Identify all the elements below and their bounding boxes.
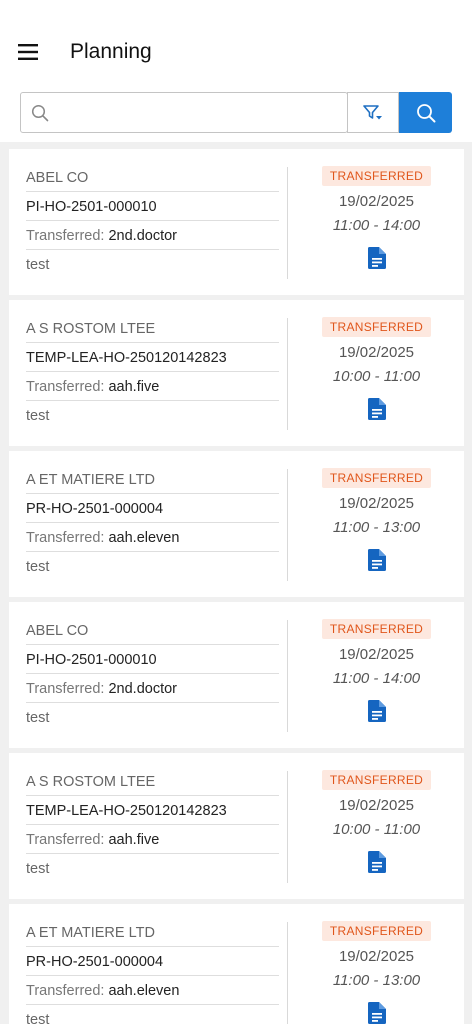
customer-name: ABEL CO xyxy=(26,616,279,645)
card-date: 19/02/2025 xyxy=(338,646,415,663)
card-date: 19/02/2025 xyxy=(338,344,415,361)
card-meta: TRANSFERRED 19/02/2025 10:00 - 11:00 xyxy=(289,770,464,879)
planning-card[interactable]: A ET MATIERE LTD PR-HO-2501-000004 Trans… xyxy=(9,451,464,597)
card-details: ABEL CO PI-HO-2501-000010 Transferred: 2… xyxy=(26,616,279,732)
customer-name: A ET MATIERE LTD xyxy=(26,918,279,947)
transferred-value: 2nd.doctor xyxy=(108,681,177,697)
reference-number: TEMP-LEA-HO-250120142823 xyxy=(26,343,279,372)
card-note: test xyxy=(26,257,50,273)
card-time: 10:00 - 11:00 xyxy=(332,821,421,838)
transferred-value: 2nd.doctor xyxy=(108,228,177,244)
customer-name: A ET MATIERE LTD xyxy=(26,465,279,494)
reference-number: PI-HO-2501-000010 xyxy=(26,645,279,674)
status-badge: TRANSFERRED xyxy=(321,166,432,186)
card-divider xyxy=(287,620,288,732)
transferred-label: Transferred: xyxy=(26,228,105,244)
card-date: 19/02/2025 xyxy=(338,193,415,210)
planning-card[interactable]: A S ROSTOM LTEE TEMP-LEA-HO-250120142823… xyxy=(9,753,464,899)
card-details: A S ROSTOM LTEE TEMP-LEA-HO-250120142823… xyxy=(26,767,279,883)
card-meta: TRANSFERRED 19/02/2025 10:00 - 11:00 xyxy=(289,317,464,426)
document-icon[interactable] xyxy=(366,699,388,723)
document-icon[interactable] xyxy=(366,246,388,270)
card-meta: TRANSFERRED 19/02/2025 11:00 - 13:00 xyxy=(289,468,464,577)
transferred-value: aah.eleven xyxy=(108,983,180,999)
card-note: test xyxy=(26,710,50,726)
card-divider xyxy=(287,922,288,1024)
transferred-to: Transferred: 2nd.doctor xyxy=(26,221,279,250)
transferred-value: aah.five xyxy=(108,379,160,395)
card-date: 19/02/2025 xyxy=(338,495,415,512)
document-icon[interactable] xyxy=(366,850,388,874)
planning-card[interactable]: ABEL CO PI-HO-2501-000010 Transferred: 2… xyxy=(9,149,464,295)
transferred-label: Transferred: xyxy=(26,983,105,999)
reference-number: PR-HO-2501-000004 xyxy=(26,947,279,976)
reference-number: PI-HO-2501-000010 xyxy=(26,192,279,221)
transferred-label: Transferred: xyxy=(26,379,105,395)
planning-list: ABEL CO PI-HO-2501-000010 Transferred: 2… xyxy=(0,142,472,1024)
card-note: test xyxy=(26,559,50,575)
reference-number: PR-HO-2501-000004 xyxy=(26,494,279,523)
transferred-value: aah.eleven xyxy=(108,530,180,546)
card-time: 11:00 - 14:00 xyxy=(332,217,421,234)
status-badge: TRANSFERRED xyxy=(321,619,432,639)
transferred-label: Transferred: xyxy=(26,832,105,848)
card-note: test xyxy=(26,1012,50,1024)
card-divider xyxy=(287,167,288,279)
card-meta: TRANSFERRED 19/02/2025 11:00 - 14:00 xyxy=(289,619,464,728)
planning-card[interactable]: ABEL CO PI-HO-2501-000010 Transferred: 2… xyxy=(9,602,464,748)
planning-card[interactable]: A S ROSTOM LTEE TEMP-LEA-HO-250120142823… xyxy=(9,300,464,446)
card-date: 19/02/2025 xyxy=(338,948,415,965)
status-badge: TRANSFERRED xyxy=(321,317,432,337)
filter-button[interactable] xyxy=(347,92,399,133)
transferred-to: Transferred: aah.five xyxy=(26,825,279,854)
card-details: ABEL CO PI-HO-2501-000010 Transferred: 2… xyxy=(26,163,279,279)
transferred-to: Transferred: aah.five xyxy=(26,372,279,401)
reference-number: TEMP-LEA-HO-250120142823 xyxy=(26,796,279,825)
hamburger-menu-icon xyxy=(18,44,38,60)
transferred-value: aah.five xyxy=(108,832,160,848)
page-title: Planning xyxy=(70,40,152,63)
search-icon xyxy=(31,104,49,121)
transferred-label: Transferred: xyxy=(26,681,105,697)
transferred-label: Transferred: xyxy=(26,530,105,546)
transferred-to: Transferred: aah.eleven xyxy=(26,523,279,552)
status-badge: TRANSFERRED xyxy=(321,921,432,941)
card-note: test xyxy=(26,408,50,424)
card-meta: TRANSFERRED 19/02/2025 11:00 - 13:00 xyxy=(289,921,464,1024)
card-time: 10:00 - 11:00 xyxy=(332,368,421,385)
search-bar xyxy=(0,84,472,142)
card-time: 11:00 - 14:00 xyxy=(332,670,421,687)
search-input[interactable] xyxy=(57,93,347,132)
customer-name: A S ROSTOM LTEE xyxy=(26,767,279,796)
card-date: 19/02/2025 xyxy=(338,797,415,814)
card-divider xyxy=(287,771,288,883)
document-icon[interactable] xyxy=(366,1001,388,1024)
transferred-to: Transferred: aah.eleven xyxy=(26,976,279,1005)
app-header: Planning xyxy=(0,0,472,84)
search-icon xyxy=(416,103,435,122)
card-divider xyxy=(287,318,288,430)
search-button[interactable] xyxy=(399,92,452,133)
document-icon[interactable] xyxy=(366,548,388,572)
card-time: 11:00 - 13:00 xyxy=(332,972,421,989)
card-note: test xyxy=(26,861,50,877)
hamburger-menu-button[interactable] xyxy=(0,24,56,80)
card-details: A S ROSTOM LTEE TEMP-LEA-HO-250120142823… xyxy=(26,314,279,430)
card-details: A ET MATIERE LTD PR-HO-2501-000004 Trans… xyxy=(26,465,279,581)
customer-name: A S ROSTOM LTEE xyxy=(26,314,279,343)
filter-icon xyxy=(363,104,382,119)
document-icon[interactable] xyxy=(366,397,388,421)
card-meta: TRANSFERRED 19/02/2025 11:00 - 14:00 xyxy=(289,166,464,275)
status-badge: TRANSFERRED xyxy=(321,770,432,790)
transferred-to: Transferred: 2nd.doctor xyxy=(26,674,279,703)
search-field-container[interactable] xyxy=(20,92,348,133)
card-details: A ET MATIERE LTD PR-HO-2501-000004 Trans… xyxy=(26,918,279,1024)
status-badge: TRANSFERRED xyxy=(321,468,432,488)
card-time: 11:00 - 13:00 xyxy=(332,519,421,536)
customer-name: ABEL CO xyxy=(26,163,279,192)
card-divider xyxy=(287,469,288,581)
planning-card[interactable]: A ET MATIERE LTD PR-HO-2501-000004 Trans… xyxy=(9,904,464,1024)
